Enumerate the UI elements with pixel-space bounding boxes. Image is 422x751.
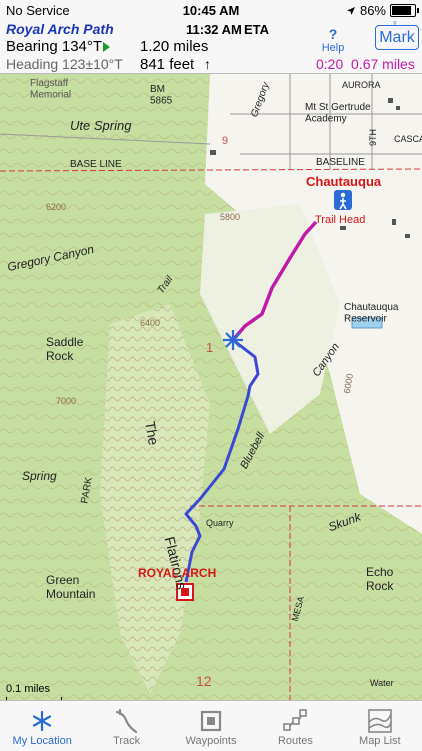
battery-percent: 86% <box>359 3 386 18</box>
tab-my-location[interactable]: My Location <box>0 701 84 751</box>
location-arrow-icon <box>346 6 355 15</box>
tab-track[interactable]: Track <box>84 701 168 751</box>
map-label-chautauqua[interactable]: Chautauqua <box>306 174 382 189</box>
trailhead-hiker-icon[interactable] <box>334 190 352 210</box>
tab-map-list[interactable]: Map List <box>338 701 422 751</box>
waypoints-icon <box>200 710 222 732</box>
battery-fill <box>392 6 411 15</box>
map-label-royal-arch[interactable]: ROYAL ARCH <box>138 566 216 580</box>
arrow-up-icon: ↑ <box>204 56 211 72</box>
help-label: Help <box>321 42 345 54</box>
map-label-water: Water <box>370 678 394 688</box>
help-button[interactable]: ? Help <box>318 26 348 54</box>
map-label-flagstaff: Flagstaff Memorial <box>30 78 71 101</box>
elevation-value: 841 feet <box>140 56 195 73</box>
battery-area: 86% <box>346 3 419 18</box>
map-label-echo-rock: Echo Rock <box>366 565 394 593</box>
map-label-cascade: CASCA <box>394 134 422 144</box>
routes-icon <box>283 709 308 731</box>
map-label-aurora: AURORA <box>342 80 381 90</box>
snowflake-icon <box>33 710 52 732</box>
map-label-base-line: BASE LINE <box>70 159 122 170</box>
bearing-arrow-icon <box>103 42 110 52</box>
scale-label: 0.1 miles <box>6 683 51 695</box>
bearing-label: Bearing 134°T <box>6 38 103 55</box>
tab-label: Waypoints <box>185 735 237 747</box>
tab-label: My Location <box>12 735 72 747</box>
mark-button[interactable]: Mark <box>375 25 419 50</box>
current-location-icon[interactable] <box>223 330 243 350</box>
tab-label: Track <box>113 735 141 747</box>
map-label-spring: Spring <box>22 469 57 483</box>
heading-label: Heading 123±10°T <box>6 56 123 72</box>
tab-bar: My Location Track Waypoints Routes Map L… <box>0 700 422 751</box>
map-label-12: 12 <box>196 673 212 689</box>
map-label-1: 1 <box>206 340 213 355</box>
map-label-quarry: Quarry <box>206 518 234 528</box>
map-label-ninth: 9TH <box>368 129 378 146</box>
status-bar: No Service 10:45 AM 86% <box>0 0 422 20</box>
map-label-baseline: BASELINE <box>316 157 365 168</box>
tab-routes[interactable]: Routes <box>253 701 337 751</box>
route-title[interactable]: Royal Arch Path <box>6 21 114 37</box>
map-list-icon <box>368 709 392 733</box>
map-label-7000: 7000 <box>56 396 76 406</box>
track-icon <box>115 708 137 734</box>
map-label-6400: 6400 <box>140 318 160 328</box>
eta-label: ETA <box>244 22 270 37</box>
map-label-5800: 5800 <box>220 212 240 222</box>
route-progress: 0:20 0.67 miles <box>316 56 415 72</box>
map-label-6200: 6200 <box>46 202 66 212</box>
topo-map[interactable]: Flagstaff Memorial BM 5865 Gregory Mt St G… <box>0 74 422 700</box>
tab-label: Routes <box>277 735 313 747</box>
tab-waypoints[interactable]: Waypoints <box>169 701 253 751</box>
map-label-trail-head[interactable]: Trail Head <box>315 214 365 226</box>
battery-icon <box>390 4 419 17</box>
map-label-ute-spring: Ute Spring <box>70 118 132 133</box>
navigation-info-panel: Royal Arch Path 11:32 AM ETA Bearing 134… <box>0 20 422 74</box>
eta-time: 11:32 AM <box>186 22 242 37</box>
map-label-9: 9 <box>222 135 228 147</box>
distance-value: 1.20 miles <box>140 38 209 55</box>
route-time: 0:20 <box>316 56 344 72</box>
tab-label: Map List <box>359 735 401 747</box>
help-question-icon: ? <box>328 26 338 42</box>
route-distance: 0.67 miles <box>351 56 415 72</box>
